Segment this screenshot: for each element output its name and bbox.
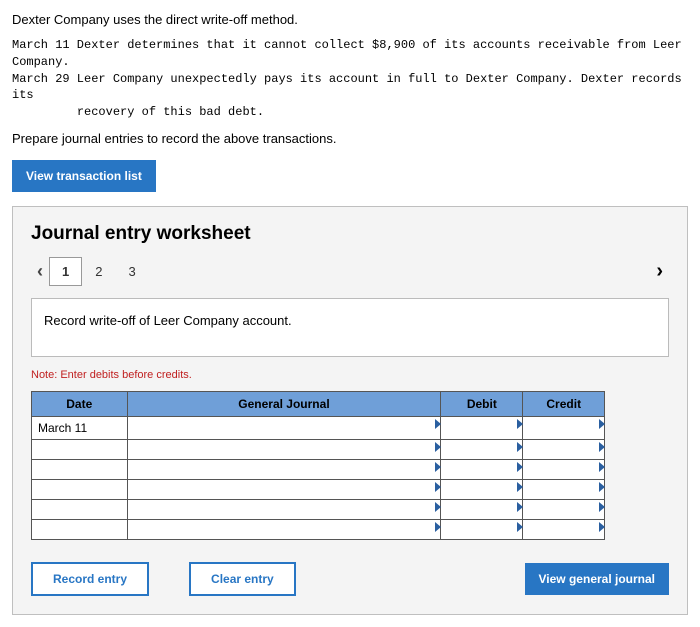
cell-debit[interactable]: [441, 459, 523, 479]
prepare-instruction: Prepare journal entries to record the ab…: [12, 131, 688, 146]
header-general-journal: General Journal: [127, 391, 441, 416]
table-row: [32, 499, 605, 519]
table-row: [32, 459, 605, 479]
cell-date[interactable]: [32, 479, 128, 499]
cell-debit[interactable]: [441, 499, 523, 519]
prev-arrow-icon[interactable]: ‹: [31, 261, 49, 282]
clear-entry-button[interactable]: Clear entry: [189, 562, 296, 596]
table-row: March 11: [32, 416, 605, 439]
cell-debit[interactable]: [441, 519, 523, 539]
cell-date[interactable]: [32, 439, 128, 459]
button-row-left: Record entry Clear entry: [31, 562, 296, 596]
cell-date[interactable]: [32, 459, 128, 479]
journal-entry-table: Date General Journal Debit Credit March …: [31, 391, 605, 540]
button-row: Record entry Clear entry View general jo…: [31, 562, 669, 596]
cell-date[interactable]: [32, 499, 128, 519]
tab-3[interactable]: 3: [115, 257, 148, 286]
cell-debit[interactable]: [441, 439, 523, 459]
cell-general-journal[interactable]: [127, 439, 441, 459]
journal-entry-worksheet: Journal entry worksheet ‹ 1 2 3 › Record…: [12, 206, 688, 615]
header-date: Date: [32, 391, 128, 416]
view-general-journal-button[interactable]: View general journal: [525, 563, 669, 595]
table-row: [32, 519, 605, 539]
cell-general-journal[interactable]: [127, 519, 441, 539]
cell-credit[interactable]: [523, 416, 605, 439]
cell-general-journal[interactable]: [127, 459, 441, 479]
cell-credit[interactable]: [523, 499, 605, 519]
cell-debit[interactable]: [441, 416, 523, 439]
tab-2[interactable]: 2: [82, 257, 115, 286]
entry-prompt: Record write-off of Leer Company account…: [31, 298, 669, 357]
table-row: [32, 479, 605, 499]
cell-credit[interactable]: [523, 479, 605, 499]
table-body: March 11: [32, 416, 605, 539]
cell-credit[interactable]: [523, 439, 605, 459]
record-entry-button[interactable]: Record entry: [31, 562, 149, 596]
cell-general-journal[interactable]: [127, 416, 441, 439]
pager-row: ‹ 1 2 3 ›: [31, 257, 669, 286]
header-debit: Debit: [441, 391, 523, 416]
intro-text: Dexter Company uses the direct write-off…: [12, 12, 688, 27]
worksheet-title: Journal entry worksheet: [31, 223, 669, 245]
next-arrow-icon[interactable]: ›: [650, 260, 669, 283]
cell-general-journal[interactable]: [127, 499, 441, 519]
debits-before-credits-note: Note: Enter debits before credits.: [31, 369, 669, 381]
cell-credit[interactable]: [523, 519, 605, 539]
events-block: March 11 Dexter determines that it canno…: [12, 37, 688, 121]
cell-date[interactable]: [32, 519, 128, 539]
cell-date[interactable]: March 11: [32, 416, 128, 439]
view-transaction-list-button[interactable]: View transaction list: [12, 160, 156, 192]
tab-1[interactable]: 1: [49, 257, 82, 286]
table-row: [32, 439, 605, 459]
cell-debit[interactable]: [441, 479, 523, 499]
cell-credit[interactable]: [523, 459, 605, 479]
pager-left: ‹ 1 2 3: [31, 257, 149, 286]
cell-general-journal[interactable]: [127, 479, 441, 499]
header-credit: Credit: [523, 391, 605, 416]
